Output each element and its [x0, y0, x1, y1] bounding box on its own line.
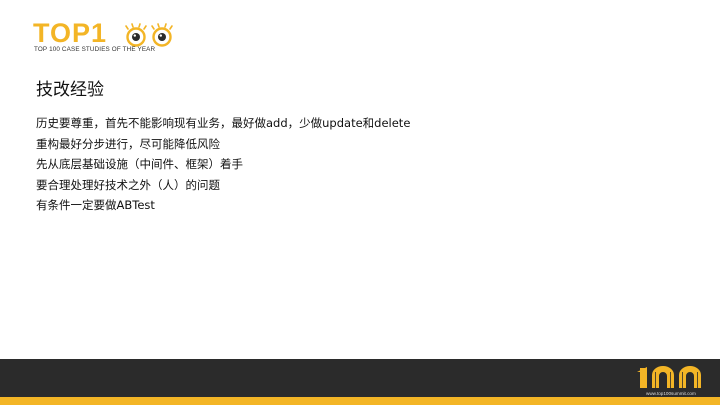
top100-footer-logo-icon [637, 366, 701, 388]
bullet-list: 历史要尊重，首先不能影响现有业务，最好做add，少做update和delete … [36, 113, 410, 216]
footer-url-link[interactable]: www.top100summit.com [646, 391, 696, 397]
logo-tagline: TOP 100 CASE STUDIES OF THE YEAR [34, 46, 156, 53]
bullet-item: 历史要尊重，首先不能影响现有业务，最好做add，少做update和delete [36, 116, 411, 130]
top100-logo: TOP1 TOP 100 CASE STUDIES OF THE YEAR [33, 20, 183, 56]
footer-stripe [0, 397, 720, 405]
top100-eyes-logo-icon [125, 23, 173, 47]
bullet-item: 重构最好分步进行，尽可能降低风险 [36, 136, 220, 151]
logo-wordmark: TOP1 [33, 18, 108, 48]
presentation-slide: TOP1 TOP 100 CASE STUDIES OF THE YEAR 技改… [0, 0, 720, 405]
footer-band [0, 359, 720, 397]
bullet-item: 有条件一定要做ABTest [36, 198, 155, 212]
slide-title: 技改经验 [36, 80, 104, 100]
bullet-item: 要合理处理好技术之外（人）的问题 [36, 177, 220, 192]
bullet-item: 先从底层基础设施（中间件、框架）着手 [36, 157, 243, 171]
